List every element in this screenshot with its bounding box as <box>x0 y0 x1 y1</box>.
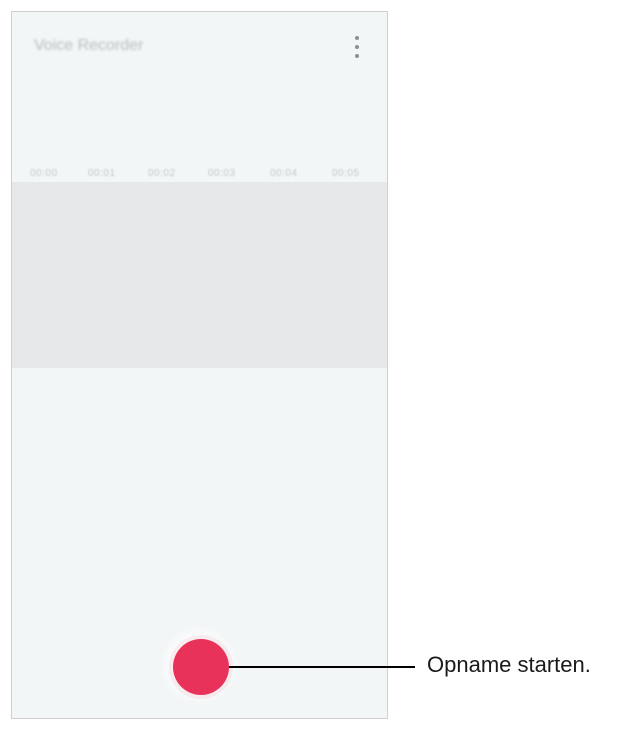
callout-label: Opname starten. <box>427 652 591 677</box>
callout-line <box>229 666 415 668</box>
app-bar: Voice Recorder <box>12 12 387 82</box>
more-dot <box>355 45 359 49</box>
more-dot <box>355 54 359 58</box>
record-button[interactable] <box>173 639 229 695</box>
page: Voice Recorder 00:00 00:01 00:02 00:03 0… <box>0 0 623 745</box>
more-options-icon[interactable] <box>349 36 365 58</box>
time-label: 00:04 <box>270 168 298 179</box>
app-title: Voice Recorder <box>34 37 144 54</box>
phone-screen: Voice Recorder 00:00 00:01 00:02 00:03 0… <box>11 11 388 719</box>
waveform-area <box>12 182 387 368</box>
time-label: 00:05 <box>332 168 360 179</box>
time-label: 00:00 <box>30 168 58 179</box>
time-label: 00:03 <box>208 168 236 179</box>
time-label: 00:02 <box>148 168 176 179</box>
more-dot <box>355 36 359 40</box>
time-label: 00:01 <box>88 168 116 179</box>
